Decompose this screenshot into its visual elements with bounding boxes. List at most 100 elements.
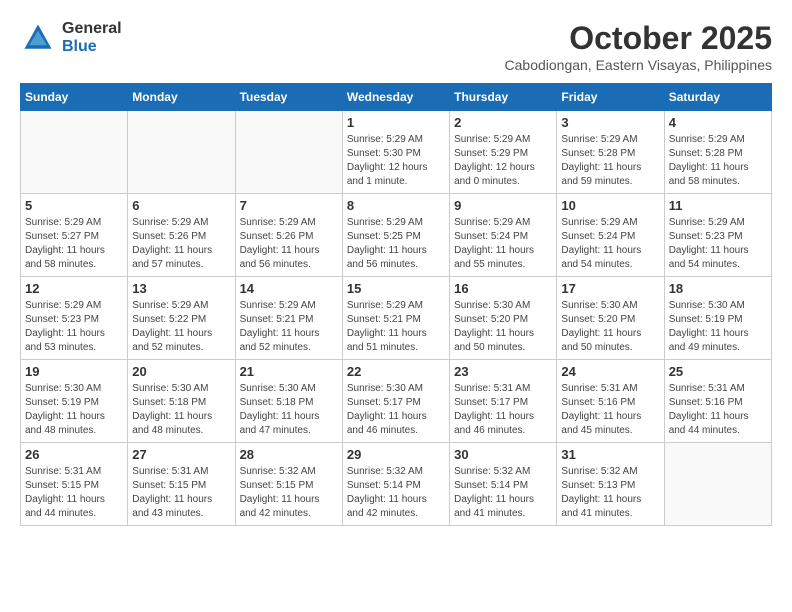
- calendar-cell: 1Sunrise: 5:29 AM Sunset: 5:30 PM Daylig…: [342, 111, 449, 194]
- calendar-cell: 26 Sunrise: 5:31 AM Sunset: 5:15 PM Dayli…: [21, 443, 128, 526]
- day-info: Sunrise: 5:29 AM Sunset: 5:23 PM Dayligh…: [25, 299, 123, 355]
- calendar-week-row: 19 Sunrise: 5:30 AM Sunset: 5:19 PM Dayli…: [21, 360, 772, 443]
- calendar-cell: 7 Sunrise: 5:29 AM Sunset: 5:26 PM Daylig…: [235, 194, 342, 277]
- day-number: 10: [561, 198, 659, 213]
- day-info: Sunrise: 5:32 AM Sunset: 5:15 PM Dayligh…: [240, 465, 338, 521]
- calendar-cell: 18 Sunrise: 5:30 AM Sunset: 5:19 PM Dayli…: [664, 277, 771, 360]
- day-info: Sunrise: 5:29 AM Sunset: 5:21 PM Dayligh…: [347, 299, 445, 355]
- day-info: Sunrise: 5:31 AM Sunset: 5:15 PM Dayligh…: [25, 465, 123, 521]
- header-thursday: Thursday: [450, 84, 557, 111]
- day-number: 5: [25, 198, 123, 213]
- day-info: Sunrise: 5:29 AM Sunset: 5:28 PM Dayligh…: [669, 133, 767, 189]
- day-info: Sunrise: 5:32 AM Sunset: 5:14 PM Dayligh…: [347, 465, 445, 521]
- day-number: 9: [454, 198, 552, 213]
- calendar-cell: 6 Sunrise: 5:29 AM Sunset: 5:26 PM Daylig…: [128, 194, 235, 277]
- header-sunday: Sunday: [21, 84, 128, 111]
- day-info: Sunrise: 5:29 AM Sunset: 5:27 PM Dayligh…: [25, 216, 123, 272]
- calendar-cell: 29Sunrise: 5:32 AM Sunset: 5:14 PM Dayli…: [342, 443, 449, 526]
- calendar-cell: 21Sunrise: 5:30 AM Sunset: 5:18 PM Dayli…: [235, 360, 342, 443]
- calendar-cell: 15 Sunrise: 5:29 AM Sunset: 5:21 PM Dayli…: [342, 277, 449, 360]
- day-info: Sunrise: 5:31 AM Sunset: 5:17 PM Dayligh…: [454, 382, 552, 438]
- calendar-cell: 24 Sunrise: 5:31 AM Sunset: 5:16 PM Dayli…: [557, 360, 664, 443]
- day-number: 18: [669, 281, 767, 296]
- day-number: 12: [25, 281, 123, 296]
- day-info: Sunrise: 5:30 AM Sunset: 5:19 PM Dayligh…: [25, 382, 123, 438]
- calendar-cell: 25 Sunrise: 5:31 AM Sunset: 5:16 PM Dayli…: [664, 360, 771, 443]
- calendar-week-row: 12 Sunrise: 5:29 AM Sunset: 5:23 PM Dayli…: [21, 277, 772, 360]
- day-info: Sunrise: 5:29 AM Sunset: 5:22 PM Dayligh…: [132, 299, 230, 355]
- calendar-cell: 5 Sunrise: 5:29 AM Sunset: 5:27 PM Daylig…: [21, 194, 128, 277]
- day-info: Sunrise: 5:29 AM Sunset: 5:29 PM Dayligh…: [454, 133, 552, 189]
- day-info: Sunrise: 5:29 AM Sunset: 5:24 PM Dayligh…: [561, 216, 659, 272]
- day-info: Sunrise: 5:29 AM Sunset: 5:25 PM Dayligh…: [347, 216, 445, 272]
- day-number: 15: [347, 281, 445, 296]
- calendar-week-row: 1Sunrise: 5:29 AM Sunset: 5:30 PM Daylig…: [21, 111, 772, 194]
- calendar-header-row: SundayMondayTuesdayWednesdayThursdayFrid…: [21, 84, 772, 111]
- day-number: 16: [454, 281, 552, 296]
- day-number: 25: [669, 364, 767, 379]
- calendar-cell: 2Sunrise: 5:29 AM Sunset: 5:29 PM Daylig…: [450, 111, 557, 194]
- logo-general: General: [62, 20, 122, 38]
- day-info: Sunrise: 5:32 AM Sunset: 5:13 PM Dayligh…: [561, 465, 659, 521]
- page-header: General Blue October 2025 Cabodiongan, E…: [20, 20, 772, 73]
- calendar-cell: 12 Sunrise: 5:29 AM Sunset: 5:23 PM Dayli…: [21, 277, 128, 360]
- calendar-cell: 8 Sunrise: 5:29 AM Sunset: 5:25 PM Daylig…: [342, 194, 449, 277]
- calendar-cell: 19 Sunrise: 5:30 AM Sunset: 5:19 PM Dayli…: [21, 360, 128, 443]
- day-info: Sunrise: 5:31 AM Sunset: 5:15 PM Dayligh…: [132, 465, 230, 521]
- day-number: 6: [132, 198, 230, 213]
- day-number: 11: [669, 198, 767, 213]
- day-number: 13: [132, 281, 230, 296]
- logo-blue: Blue: [62, 38, 122, 56]
- header-saturday: Saturday: [664, 84, 771, 111]
- calendar-cell: 9 Sunrise: 5:29 AM Sunset: 5:24 PM Daylig…: [450, 194, 557, 277]
- calendar-cell: 16 Sunrise: 5:30 AM Sunset: 5:20 PM Dayli…: [450, 277, 557, 360]
- day-info: Sunrise: 5:29 AM Sunset: 5:30 PM Dayligh…: [347, 133, 445, 189]
- day-number: 26: [25, 447, 123, 462]
- day-number: 8: [347, 198, 445, 213]
- calendar-cell: [128, 111, 235, 194]
- day-number: 30: [454, 447, 552, 462]
- day-number: 31: [561, 447, 659, 462]
- day-number: 24: [561, 364, 659, 379]
- day-info: Sunrise: 5:29 AM Sunset: 5:23 PM Dayligh…: [669, 216, 767, 272]
- header-tuesday: Tuesday: [235, 84, 342, 111]
- calendar-cell: 4 Sunrise: 5:29 AM Sunset: 5:28 PM Daylig…: [664, 111, 771, 194]
- day-number: 19: [25, 364, 123, 379]
- day-info: Sunrise: 5:30 AM Sunset: 5:18 PM Dayligh…: [240, 382, 338, 438]
- calendar-cell: 27 Sunrise: 5:31 AM Sunset: 5:15 PM Dayli…: [128, 443, 235, 526]
- day-number: 27: [132, 447, 230, 462]
- day-number: 22: [347, 364, 445, 379]
- location-subtitle: Cabodiongan, Eastern Visayas, Philippine…: [505, 57, 772, 73]
- day-info: Sunrise: 5:30 AM Sunset: 5:20 PM Dayligh…: [454, 299, 552, 355]
- calendar-cell: 31 Sunrise: 5:32 AM Sunset: 5:13 PM Dayli…: [557, 443, 664, 526]
- logo-icon: [20, 20, 56, 56]
- day-info: Sunrise: 5:29 AM Sunset: 5:24 PM Dayligh…: [454, 216, 552, 272]
- calendar-cell: [235, 111, 342, 194]
- logo-text: General Blue: [62, 20, 122, 55]
- calendar-cell: 3 Sunrise: 5:29 AM Sunset: 5:28 PM Daylig…: [557, 111, 664, 194]
- day-number: 17: [561, 281, 659, 296]
- calendar-cell: 17 Sunrise: 5:30 AM Sunset: 5:20 PM Dayli…: [557, 277, 664, 360]
- day-info: Sunrise: 5:30 AM Sunset: 5:20 PM Dayligh…: [561, 299, 659, 355]
- day-info: Sunrise: 5:31 AM Sunset: 5:16 PM Dayligh…: [669, 382, 767, 438]
- header-monday: Monday: [128, 84, 235, 111]
- day-number: 3: [561, 115, 659, 130]
- header-friday: Friday: [557, 84, 664, 111]
- day-info: Sunrise: 5:32 AM Sunset: 5:14 PM Dayligh…: [454, 465, 552, 521]
- logo: General Blue: [20, 20, 122, 56]
- calendar-week-row: 26 Sunrise: 5:31 AM Sunset: 5:15 PM Dayli…: [21, 443, 772, 526]
- day-number: 7: [240, 198, 338, 213]
- day-number: 4: [669, 115, 767, 130]
- calendar-cell: 28Sunrise: 5:32 AM Sunset: 5:15 PM Dayli…: [235, 443, 342, 526]
- calendar-cell: 22 Sunrise: 5:30 AM Sunset: 5:17 PM Dayli…: [342, 360, 449, 443]
- day-info: Sunrise: 5:30 AM Sunset: 5:17 PM Dayligh…: [347, 382, 445, 438]
- day-info: Sunrise: 5:29 AM Sunset: 5:28 PM Dayligh…: [561, 133, 659, 189]
- calendar-cell: [21, 111, 128, 194]
- day-info: Sunrise: 5:29 AM Sunset: 5:26 PM Dayligh…: [240, 216, 338, 272]
- day-info: Sunrise: 5:29 AM Sunset: 5:26 PM Dayligh…: [132, 216, 230, 272]
- month-year-title: October 2025: [505, 20, 772, 57]
- day-info: Sunrise: 5:31 AM Sunset: 5:16 PM Dayligh…: [561, 382, 659, 438]
- day-info: Sunrise: 5:30 AM Sunset: 5:19 PM Dayligh…: [669, 299, 767, 355]
- calendar-week-row: 5 Sunrise: 5:29 AM Sunset: 5:27 PM Daylig…: [21, 194, 772, 277]
- title-section: October 2025 Cabodiongan, Eastern Visaya…: [505, 20, 772, 73]
